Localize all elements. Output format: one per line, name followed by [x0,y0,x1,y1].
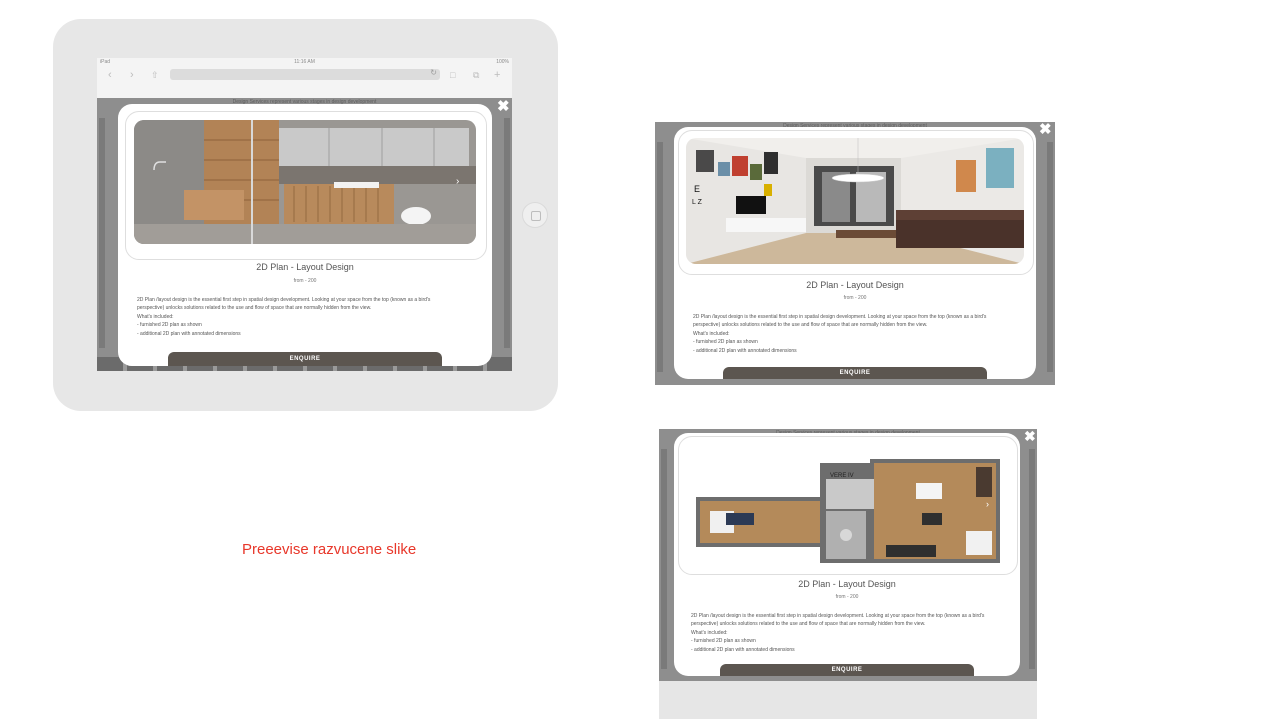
description-line: - furnished 2D plan as shown [693,339,758,346]
enquire-button[interactable]: ENQUIRE [723,367,987,379]
description-line: What's included: [691,629,728,636]
book-icon[interactable]: □ [450,69,455,81]
product-modal: VERE IV › 2D Plan - Layout Design from -… [674,433,1020,676]
modal-description: 2D Plan /layout design is the essential … [691,612,984,654]
modal-title: 2D Plan - Layout Design [806,280,904,290]
enquire-button[interactable]: ENQUIRE [168,352,442,366]
description-line: - additional 2D plan with annotated dime… [693,347,797,354]
description-line: 2D Plan /layout design is the essential … [137,297,431,303]
description-line: - additional 2D plan with annotated dime… [691,646,795,653]
close-icon[interactable]: ✖ [497,99,510,114]
description-line: - furnished 2D plan as shown [691,638,756,645]
description-line: 2D Plan /layout design is the essential … [693,314,987,320]
share-icon[interactable]: ⇧ [151,69,159,81]
description-line: - additional 2D plan with annotated dime… [137,330,241,337]
status-battery: 100% [496,59,509,65]
page-side-strip [657,142,663,372]
status-time: 11:16 AM [294,59,315,65]
annotation-caption: Preeevise razvucene slike [242,541,417,558]
chevron-left-icon[interactable]: ‹ [108,69,112,81]
chevron-right-icon[interactable]: › [130,69,134,81]
page-side-strip [99,118,105,348]
reload-icon[interactable]: ↻ [430,68,437,77]
modal-price: from - 200 [293,278,317,284]
product-modal: › 2D Plan - Layout Design from - 200 2D … [118,104,492,366]
close-icon[interactable]: ✖ [1039,122,1052,137]
page-side-strip [1029,449,1035,669]
page-side-strip [1047,142,1053,372]
description-line: 2D Plan /layout design is the essential … [691,613,985,619]
chevron-right-icon[interactable]: › [456,176,459,187]
address-bar[interactable]: ↻ [170,68,440,80]
modal-title: 2D Plan - Layout Design [256,262,354,272]
modal-description: 2D Plan /layout design is the essential … [137,296,430,338]
svg-text:E: E [694,184,700,194]
modal-price: from - 200 [835,594,859,600]
modal-description: 2D Plan /layout design is the essential … [693,313,986,355]
description-line: What's included: [693,330,730,337]
status-bar: iPad 11:16 AM 100% [97,58,512,66]
browser-toolbar: ‹ › ⇧ ↻ □ ⧉ + [97,66,512,88]
enquire-button[interactable]: ENQUIRE [720,664,974,676]
description-line: perspective) unlocks solutions related t… [691,621,926,628]
svg-text:L Z: L Z [692,199,703,206]
description-line: perspective) unlocks solutions related t… [137,305,372,312]
bathroom-render-image [134,120,476,244]
description-line: What's included: [137,313,174,320]
plus-icon[interactable]: + [494,69,500,81]
page-side-strip [504,118,510,348]
description-line: perspective) unlocks solutions related t… [693,322,928,329]
page-side-strip [661,449,667,669]
floor-plan-image: VERE IV [686,449,1008,565]
tabs-icon[interactable]: ⧉ [473,69,479,81]
page-footer-area [659,681,1037,719]
home-button[interactable] [522,202,548,228]
modal-price: from - 200 [843,295,867,301]
product-modal: E L Z 2D Plan - Layout Design from - 200… [674,127,1036,379]
close-icon[interactable]: ✖ [1024,429,1036,443]
svg-text:VERE IV: VERE IV [830,473,854,479]
modal-title: 2D Plan - Layout Design [798,579,896,589]
description-line: - furnished 2D plan as shown [137,322,202,329]
chevron-right-icon[interactable]: › [986,499,989,509]
living-room-render-image: E L Z [686,138,1024,264]
